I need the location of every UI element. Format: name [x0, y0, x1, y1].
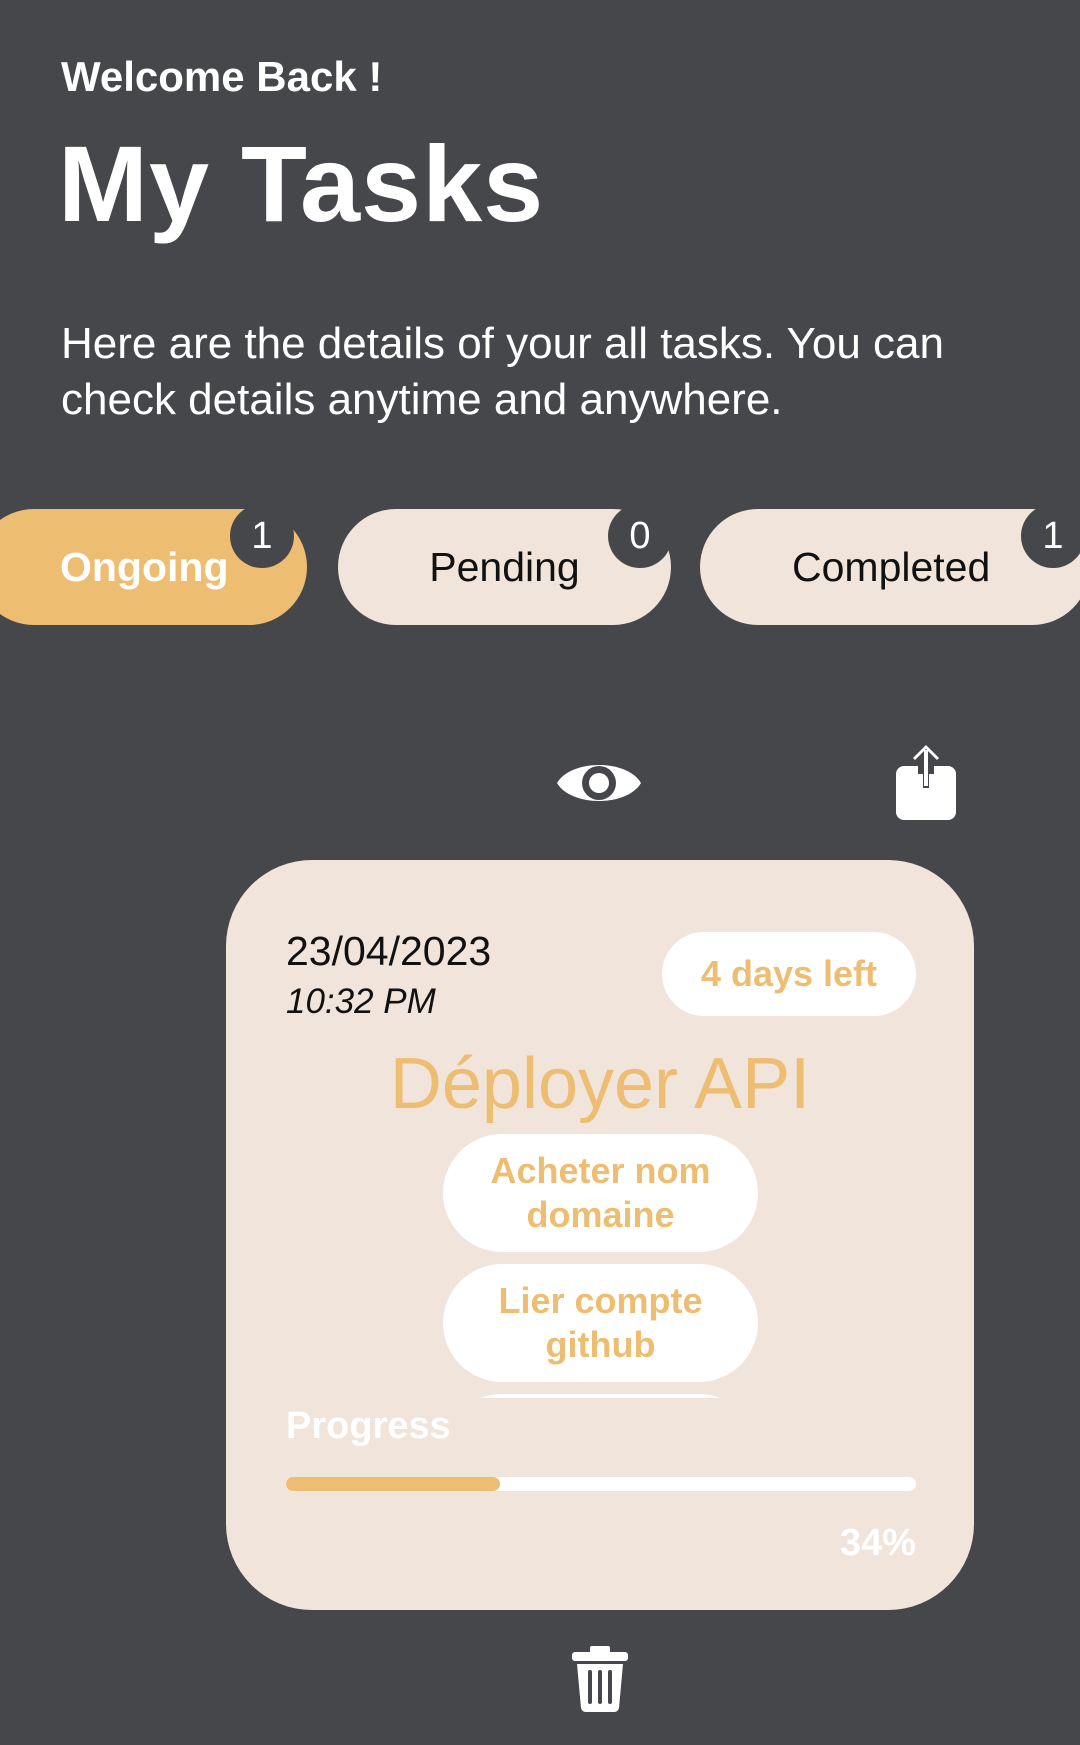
- tab-pending[interactable]: Pending 0: [338, 504, 672, 625]
- page-title: My Tasks: [58, 123, 545, 244]
- tab-ongoing[interactable]: Ongoing 1: [0, 504, 307, 625]
- task-date: 23/04/2023: [286, 928, 492, 974]
- progress-percent: 34%: [839, 1522, 916, 1564]
- tab-completed[interactable]: Completed 1: [700, 504, 1080, 625]
- welcome-text: Welcome Back !: [61, 53, 383, 100]
- page-subtitle: Here are the details of your all tasks. …: [61, 319, 944, 424]
- subtask-list[interactable]: Acheter nom domaine Lier compte github: [226, 1134, 974, 1398]
- progress-bar: [286, 1477, 916, 1491]
- task-time: 10:32 PM: [286, 982, 436, 1021]
- subtask-item[interactable]: Lier compte github: [443, 1264, 758, 1382]
- progress-bar-fill: [286, 1477, 501, 1491]
- progress-label: Progress: [286, 1405, 451, 1447]
- tab-pending-count-badge: 0: [608, 504, 672, 568]
- subtask-item[interactable]: Acheter nom domaine: [443, 1134, 758, 1252]
- eye-icon[interactable]: [555, 752, 643, 814]
- days-left-badge: 4 days left: [662, 932, 916, 1016]
- trash-icon[interactable]: [570, 1645, 630, 1713]
- task-card[interactable]: 23/04/2023 10:32 PM 4 days left Déployer…: [226, 860, 974, 1610]
- tab-ongoing-label: Ongoing: [60, 544, 229, 590]
- subtask-item-partial[interactable]: [443, 1394, 758, 1398]
- tab-pending-label: Pending: [429, 544, 580, 590]
- task-name: Déployer API: [389, 1044, 811, 1124]
- tab-completed-count-badge: 1: [1021, 504, 1080, 568]
- share-icon[interactable]: [894, 740, 958, 822]
- tab-completed-label: Completed: [792, 544, 991, 590]
- tab-ongoing-count-badge: 1: [230, 504, 294, 568]
